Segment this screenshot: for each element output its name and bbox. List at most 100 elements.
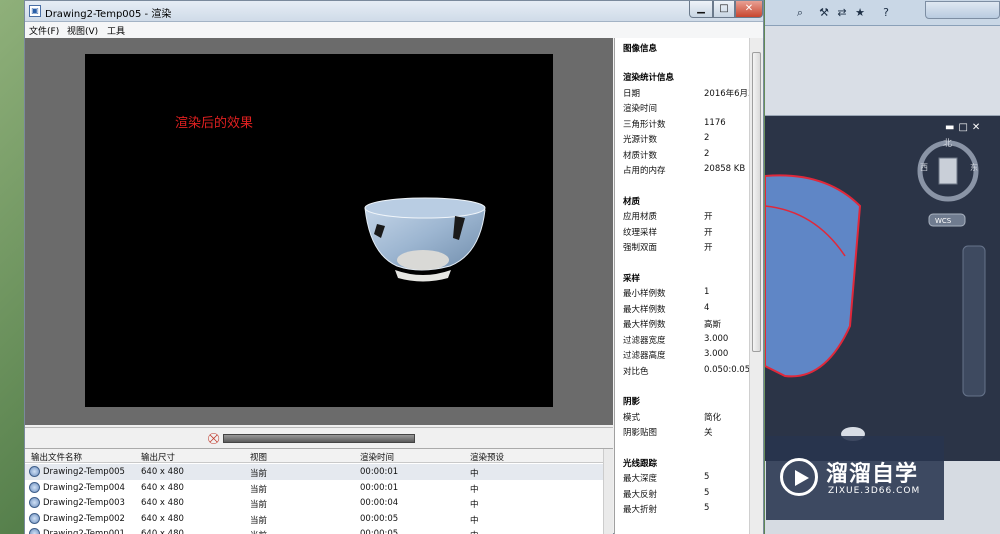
row-filename: Drawing2-Temp001	[43, 529, 125, 534]
progress-area: ⛒	[25, 427, 613, 447]
row-size: 640 x 480	[141, 467, 184, 477]
watermark: 溜溜自学 ZIXUE.3D66.COM	[766, 436, 944, 520]
info-property-label: 最小样例数	[623, 289, 666, 299]
star-icon[interactable]: ★	[853, 6, 867, 20]
column-header-render-time[interactable]: 渲染时间	[360, 451, 394, 463]
viewport-controls[interactable]: ▬□✕	[945, 122, 984, 133]
column-header-view[interactable]: 视图	[250, 451, 267, 463]
info-property-label: 模式	[623, 412, 641, 423]
info-property-label: 对比色	[623, 366, 649, 377]
close-button[interactable]: ✕	[735, 1, 763, 18]
row-preset: 中	[470, 469, 479, 479]
info-property-value: 3.000	[704, 333, 729, 344]
binoculars-icon[interactable]: ⌕	[793, 6, 807, 20]
cad-window-buttons[interactable]	[925, 1, 1000, 19]
row-size: 640 x 480	[141, 482, 184, 493]
table-row[interactable]: Drawing2-Temp002 640 x 480 当前 00:00:05 中	[25, 511, 603, 527]
table-row[interactable]: Drawing2-Temp005 640 x 480 当前 00:00:01 中	[25, 464, 603, 480]
column-header-size[interactable]: 输出尺寸	[141, 451, 175, 463]
compass-east: 东	[970, 162, 978, 172]
info-section-title: 光线跟踪	[623, 458, 658, 469]
menu-view[interactable]: 视图(V)	[67, 24, 98, 37]
cad-viewport-drawing: 北 西 东 WCS	[764, 138, 986, 441]
row-preset: 中	[470, 484, 479, 495]
info-scrollbar-thumb[interactable]	[752, 52, 761, 352]
render-file-icon	[29, 481, 40, 493]
cad-bowl-wireframe	[764, 174, 862, 378]
info-property-label: 过滤器高度	[623, 351, 666, 361]
viewcube[interactable]	[938, 157, 958, 185]
compass-west: 西	[920, 163, 928, 172]
compass-north: 北	[943, 138, 952, 149]
row-filename: Drawing2-Temp003	[43, 498, 125, 508]
render-window: ▣ Drawing2-Temp005 - 渲染 ▁ □ ✕ 文件(F) 视图(V…	[24, 0, 764, 534]
info-property-label: 最大折射	[623, 505, 658, 515]
row-render-time: 00:00:05	[360, 513, 399, 524]
menu-bar: 文件(F) 视图(V) 工具	[25, 22, 763, 38]
info-property-value: 1176	[704, 117, 726, 128]
row-filename: Drawing2-Temp002	[43, 513, 125, 524]
menu-file[interactable]: 文件(F)	[29, 24, 59, 37]
cad-ribbon	[765, 26, 1000, 116]
row-render-time: 00:00:01	[360, 467, 399, 477]
watermark-url: ZIXUE.3D66.COM	[828, 486, 921, 496]
cad-viewport[interactable]: 北 西 东 WCS	[764, 116, 1000, 461]
progress-bar	[223, 434, 415, 443]
info-property-value: 2016年6月3	[704, 88, 754, 99]
history-header: 输出文件名称 输出尺寸 视图 渲染时间 渲染预设	[25, 449, 603, 463]
render-window-titlebar[interactable]: ▣ Drawing2-Temp005 - 渲染 ▁ □ ✕	[25, 1, 763, 22]
row-view: 当前	[250, 529, 267, 534]
info-scrollbar[interactable]	[749, 38, 763, 534]
info-property-value: 2	[704, 148, 710, 159]
render-file-icon	[29, 497, 40, 508]
wrench-icon[interactable]: ⚒	[817, 6, 831, 20]
info-property-value: 简化	[704, 412, 722, 423]
info-property-value: 5	[704, 487, 710, 498]
row-size: 640 x 480	[141, 513, 184, 524]
table-row[interactable]: Drawing2-Temp003 640 x 480 当前 00:00:04 中	[25, 495, 603, 511]
history-scrollbar[interactable]	[603, 449, 613, 534]
render-window-title: Drawing2-Temp005 - 渲染	[45, 9, 172, 20]
watermark-brand: 溜溜自学	[826, 462, 919, 487]
info-property-value: 5	[704, 472, 710, 482]
maximize-button[interactable]: □	[713, 1, 735, 18]
info-property-value: 5	[704, 503, 710, 513]
exchange-icon[interactable]: ⇄	[835, 6, 849, 20]
table-row[interactable]: Drawing2-Temp004 640 x 480 当前 00:00:01 中	[25, 480, 603, 496]
info-property-value: 开	[704, 243, 713, 253]
table-row[interactable]: Drawing2-Temp001 640 x 480 当前 00:00:05 中	[25, 526, 603, 534]
minimize-button[interactable]: ▁	[689, 1, 713, 18]
navigation-bar[interactable]	[962, 245, 986, 397]
row-preset: 中	[470, 515, 479, 526]
row-render-time: 00:00:01	[360, 482, 399, 493]
row-view: 当前	[250, 469, 268, 479]
help-icon[interactable]: ?	[879, 6, 893, 20]
info-property-label: 日期	[623, 88, 641, 99]
row-render-time: 00:00:05	[360, 529, 399, 534]
row-size: 640 x 480	[141, 498, 184, 508]
menu-tools[interactable]: 工具	[107, 24, 125, 37]
row-view: 当前	[250, 500, 268, 510]
window-buttons: ▁ □ ✕	[689, 1, 763, 19]
info-property-label: 应用材质	[623, 212, 658, 222]
column-header-preset[interactable]: 渲染预设	[470, 451, 504, 463]
info-section-title: 采样	[623, 273, 641, 284]
rendered-bowl	[364, 197, 486, 282]
info-property-value: 2	[704, 133, 710, 143]
row-view: 当前	[250, 484, 268, 495]
render-file-icon	[29, 528, 40, 534]
render-annotation: 渲染后的效果	[175, 116, 254, 131]
render-view: 渲染后的效果	[25, 38, 613, 425]
info-property-value: 1	[704, 287, 710, 297]
info-section-title: 材质	[623, 196, 641, 207]
image-info-panel: 图像信息 渲染统计信息 日期 2016年6月3 渲染时间 三角形计数 1176 光源计数 2 材…	[614, 38, 763, 534]
row-size: 640 x 480	[141, 529, 184, 534]
rendered-image: 渲染后的效果	[85, 54, 553, 407]
render-file-icon	[29, 466, 40, 477]
info-property-label: 最大深度	[623, 474, 658, 484]
info-property-label: 渲染时间	[623, 104, 658, 114]
render-history: 输出文件名称 输出尺寸 视图 渲染时间 渲染预设 Drawing2-Temp00…	[25, 448, 613, 534]
image-info-heading: 图像信息	[623, 44, 658, 54]
column-header-filename[interactable]: 输出文件名称	[31, 451, 82, 463]
row-filename: Drawing2-Temp004	[43, 482, 125, 493]
